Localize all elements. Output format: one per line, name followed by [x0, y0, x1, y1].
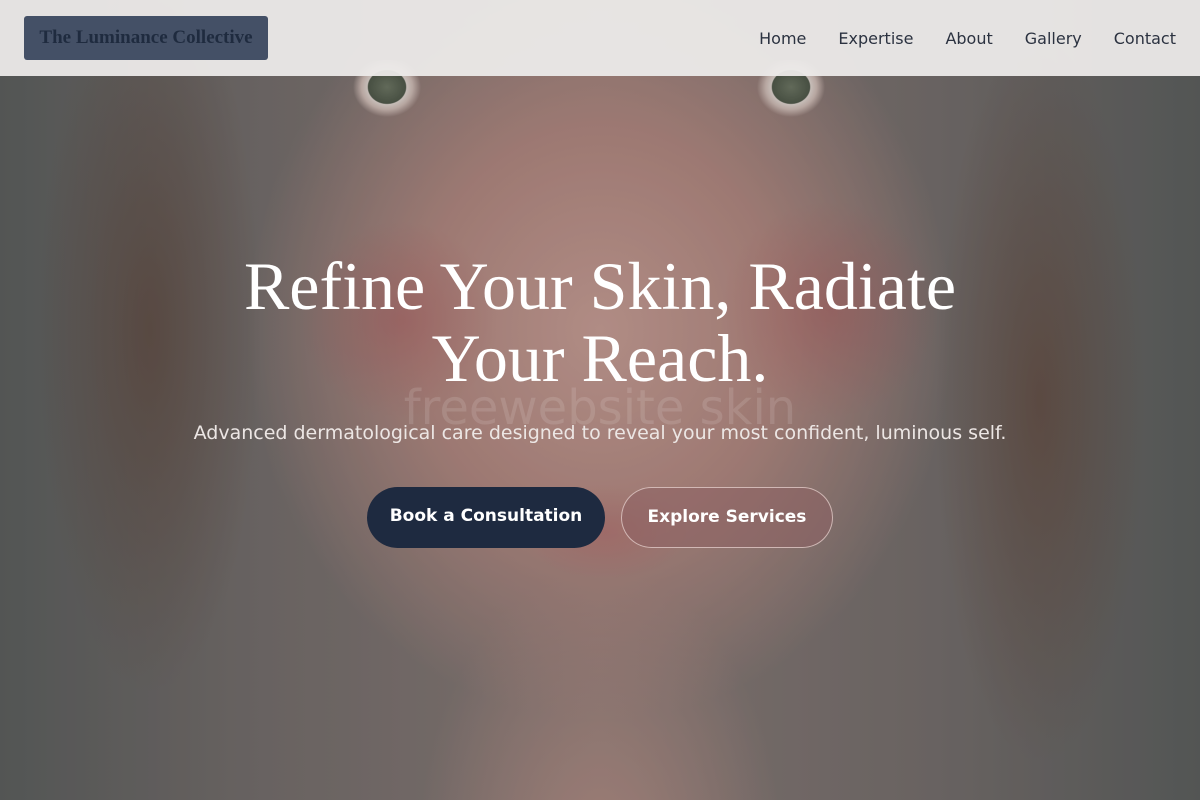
hero-title: Refine Your Skin, Radiate Your Reach. — [0, 250, 1200, 394]
book-consultation-button[interactable]: Book a Consultation — [367, 487, 605, 548]
explore-services-button[interactable]: Explore Services — [621, 487, 833, 548]
hero-title-line-1: Refine Your Skin, Radiate — [243, 248, 957, 324]
hero-section: Refine Your Skin, Radiate Your Reach. fr… — [0, 0, 1200, 800]
hero-subtitle: Advanced dermatological care designed to… — [193, 422, 1007, 444]
